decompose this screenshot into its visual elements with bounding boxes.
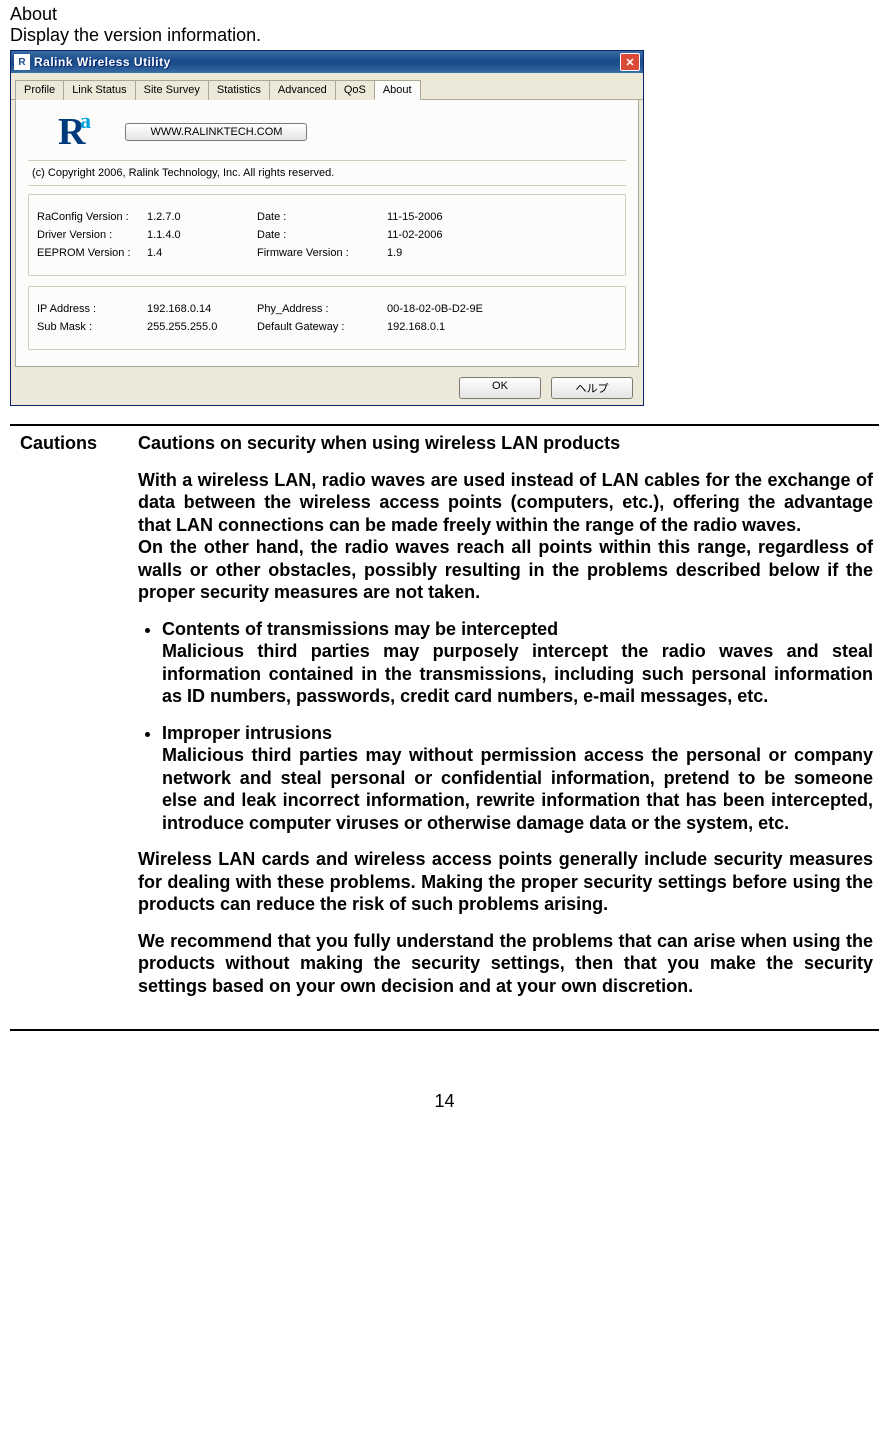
cautions-b1-body: Malicious third parties may purposely in… xyxy=(162,641,873,706)
titlebar: R Ralink Wireless Utility ✕ xyxy=(11,51,643,73)
ip-address-value: 192.168.0.14 xyxy=(147,303,257,315)
cautions-b1-title: Contents of transmissions may be interce… xyxy=(162,618,873,641)
ip-address-label: IP Address : xyxy=(37,303,147,315)
raconfig-date-label: Date : xyxy=(257,211,387,223)
app-icon: R xyxy=(14,54,30,70)
network-group: IP Address : 192.168.0.14 Phy_Address : … xyxy=(28,286,626,350)
driver-date-label: Date : xyxy=(257,229,387,241)
tab-body: Ra WWW.RALINKTECH.COM (c) Copyright 2006… xyxy=(15,100,639,367)
section-heading: About xyxy=(10,4,879,25)
tab-link-status[interactable]: Link Status xyxy=(63,80,135,100)
cautions-p2: Wireless LAN cards and wireless access p… xyxy=(138,848,873,916)
default-gateway-label: Default Gateway : xyxy=(257,321,387,333)
default-gateway-value: 192.168.0.1 xyxy=(387,321,517,333)
firmware-version-label: Firmware Version : xyxy=(257,247,387,259)
sub-mask-label: Sub Mask : xyxy=(37,321,147,333)
dialog-button-row: OK ヘルプ xyxy=(11,371,643,405)
page-number: 14 xyxy=(10,1091,879,1112)
tab-advanced[interactable]: Advanced xyxy=(269,80,336,100)
tab-about[interactable]: About xyxy=(374,80,421,100)
phy-address-label: Phy_Address : xyxy=(257,303,387,315)
raconfig-version-label: RaConfig Version : xyxy=(37,211,147,223)
firmware-version-value: 1.9 xyxy=(387,247,517,259)
cautions-b2-title: Improper intrusions xyxy=(162,722,873,745)
close-icon[interactable]: ✕ xyxy=(620,53,640,71)
tab-strip: Profile Link Status Site Survey Statisti… xyxy=(11,73,643,100)
raconfig-date-value: 11-15-2006 xyxy=(387,211,517,223)
cautions-p3: We recommend that you fully understand t… xyxy=(138,930,873,998)
window-title: Ralink Wireless Utility xyxy=(34,55,620,69)
divider-bottom xyxy=(10,1029,879,1031)
cautions-title: Cautions on security when using wireless… xyxy=(138,432,873,455)
help-button[interactable]: ヘルプ xyxy=(551,377,633,399)
cautions-bullet-2: Improper intrusions Malicious third part… xyxy=(162,722,873,835)
driver-version-label: Driver Version : xyxy=(37,229,147,241)
section-sub: Display the version information. xyxy=(10,25,879,46)
eeprom-version-value: 1.4 xyxy=(147,247,257,259)
app-window: R Ralink Wireless Utility ✕ Profile Link… xyxy=(10,50,644,406)
vendor-logo: Ra xyxy=(58,110,85,154)
divider xyxy=(10,424,879,426)
cautions-label: Cautions xyxy=(10,432,138,1011)
eeprom-version-label: EEPROM Version : xyxy=(37,247,147,259)
cautions-b2-body: Malicious third parties may without perm… xyxy=(162,745,873,833)
raconfig-version-value: 1.2.7.0 xyxy=(147,211,257,223)
cautions-p1b: On the other hand, the radio waves reach… xyxy=(138,537,873,602)
cautions-bullet-1: Contents of transmissions may be interce… xyxy=(162,618,873,708)
copyright-text: (c) Copyright 2006, Ralink Technology, I… xyxy=(28,160,626,186)
driver-version-value: 1.1.4.0 xyxy=(147,229,257,241)
tab-site-survey[interactable]: Site Survey xyxy=(135,80,209,100)
tab-statistics[interactable]: Statistics xyxy=(208,80,270,100)
cautions-p1: With a wireless LAN, radio waves are use… xyxy=(138,470,873,535)
cautions-block: Cautions Cautions on security when using… xyxy=(10,432,879,1011)
version-group: RaConfig Version : 1.2.7.0 Date : 11-15-… xyxy=(28,194,626,276)
tab-profile[interactable]: Profile xyxy=(15,80,64,100)
phy-address-value: 00-18-02-0B-D2-9E xyxy=(387,303,517,315)
sub-mask-value: 255.255.255.0 xyxy=(147,321,257,333)
vendor-url-button[interactable]: WWW.RALINKTECH.COM xyxy=(125,123,307,141)
ok-button[interactable]: OK xyxy=(459,377,541,399)
driver-date-value: 11-02-2006 xyxy=(387,229,517,241)
tab-qos[interactable]: QoS xyxy=(335,80,375,100)
